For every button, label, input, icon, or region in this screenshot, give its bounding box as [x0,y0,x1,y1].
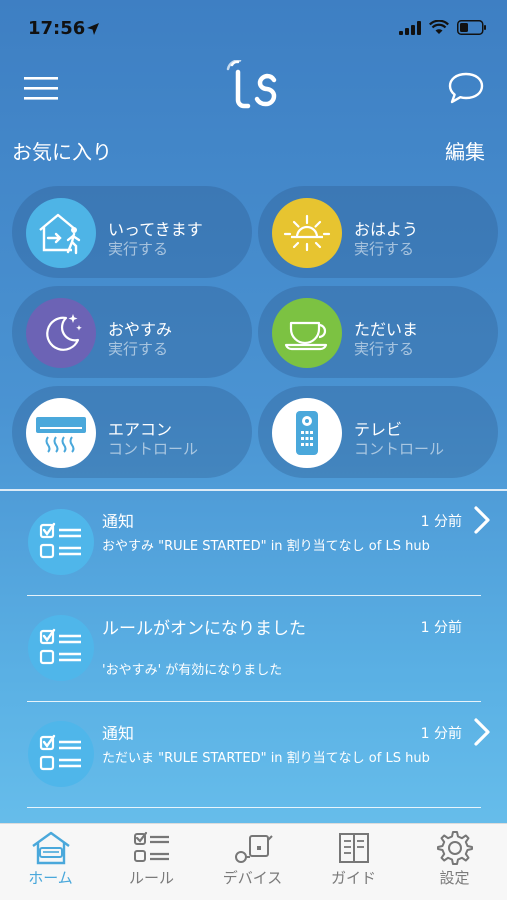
notification-time: 1 分前 [420,726,462,742]
devices-icon [235,835,273,863]
sun-icon [272,198,342,268]
favorite-action: 実行する [354,240,415,258]
tab-label: デバイス [222,869,283,887]
guide-book-icon [339,833,369,863]
tab-label: ガイド [330,869,376,887]
tab-home[interactable]: ホーム [0,824,101,900]
chevron-right-icon[interactable] [471,505,493,535]
notification-body: 'おやすみ' が有効になりました [102,663,283,678]
favorite-action: 実行する [108,240,169,258]
notification-time: 1 分前 [420,620,462,636]
checklist-icon [28,509,94,575]
favorite-name: いってきます [108,220,203,239]
tab-label: 設定 [439,869,470,887]
tab-label: ルール [128,869,174,887]
notification-item[interactable]: ルールがオンになりました 1 分前 'おやすみ' が有効になりました [0,597,507,702]
hamburger-menu-icon[interactable] [24,74,60,102]
notification-divider [27,595,481,596]
favorite-card-ittekimasu[interactable]: いってきます 実行する [12,186,252,278]
favorite-card-oyasumi[interactable]: おやすみ 実行する [12,286,252,378]
notification-title: 通知 [102,724,135,743]
notification-body: ただいま "RULE STARTED" in 割り当てなし of LS hub [102,751,430,766]
favorite-card-tadaima[interactable]: ただいま 実行する [258,286,498,378]
favorite-action: 実行する [354,340,415,358]
favorite-card-aircon[interactable]: エアコン コントロール [12,386,252,478]
moon-icon [26,298,96,368]
notification-divider [27,701,481,702]
favorite-name: エアコン [108,420,173,439]
favorites-title: お気に入り [12,140,112,164]
status-icons [399,20,487,35]
wifi-icon [429,20,449,34]
favorite-action: コントロール [354,440,445,458]
favorite-name: ただいま [354,320,419,339]
tab-label: ホーム [28,869,73,887]
rule-list-icon [134,831,169,862]
teacup-icon [272,298,342,368]
gear-icon [437,831,473,865]
chat-bubble-icon[interactable] [447,70,485,106]
favorite-card-ohayou[interactable]: おはよう 実行する [258,186,498,278]
battery-icon [457,20,486,35]
notification-body: おやすみ "RULE STARTED" in 割り当てなし of LS hub [102,539,430,554]
home-icon [32,831,70,865]
tab-devices[interactable]: デバイス [202,824,303,900]
status-bar: 17:56 [0,0,507,58]
notification-title: ルールがオンになりました [102,619,306,639]
edit-button[interactable]: 編集 [445,136,485,165]
signal-icon [399,20,421,35]
tab-rules[interactable]: ルール [101,824,202,900]
air-conditioner-icon [26,398,96,468]
location-arrow-icon [87,23,99,35]
tab-guide[interactable]: ガイド [303,824,404,900]
favorite-name: テレビ [354,420,403,439]
favorite-card-tv[interactable]: テレビ コントロール [258,386,498,478]
notification-title: 通知 [102,512,135,531]
status-time: 17:56 [28,18,86,39]
favorite-name: おはよう [354,220,419,239]
top-bar [0,60,507,116]
tab-bar: ホーム ルール デバイス ガイド 設定 [0,823,507,900]
favorite-name: おやすみ [108,320,173,339]
favorite-action: コントロール [108,440,199,458]
notification-time: 1 分前 [420,514,462,530]
checklist-icon [28,721,94,787]
ls-logo [226,60,277,109]
leave-home-icon [26,198,96,268]
notification-item[interactable]: 通知 1 分前 おやすみ "RULE STARTED" in 割り当てなし of… [0,491,507,596]
chevron-right-icon[interactable] [471,717,493,747]
tab-settings[interactable]: 設定 [404,824,505,900]
checklist-icon [28,615,94,681]
remote-icon [272,398,342,468]
favorite-action: 実行する [108,340,169,358]
notification-item[interactable]: 通知 1 分前 ただいま "RULE STARTED" in 割り当てなし of… [0,703,507,808]
notification-divider [27,807,481,808]
